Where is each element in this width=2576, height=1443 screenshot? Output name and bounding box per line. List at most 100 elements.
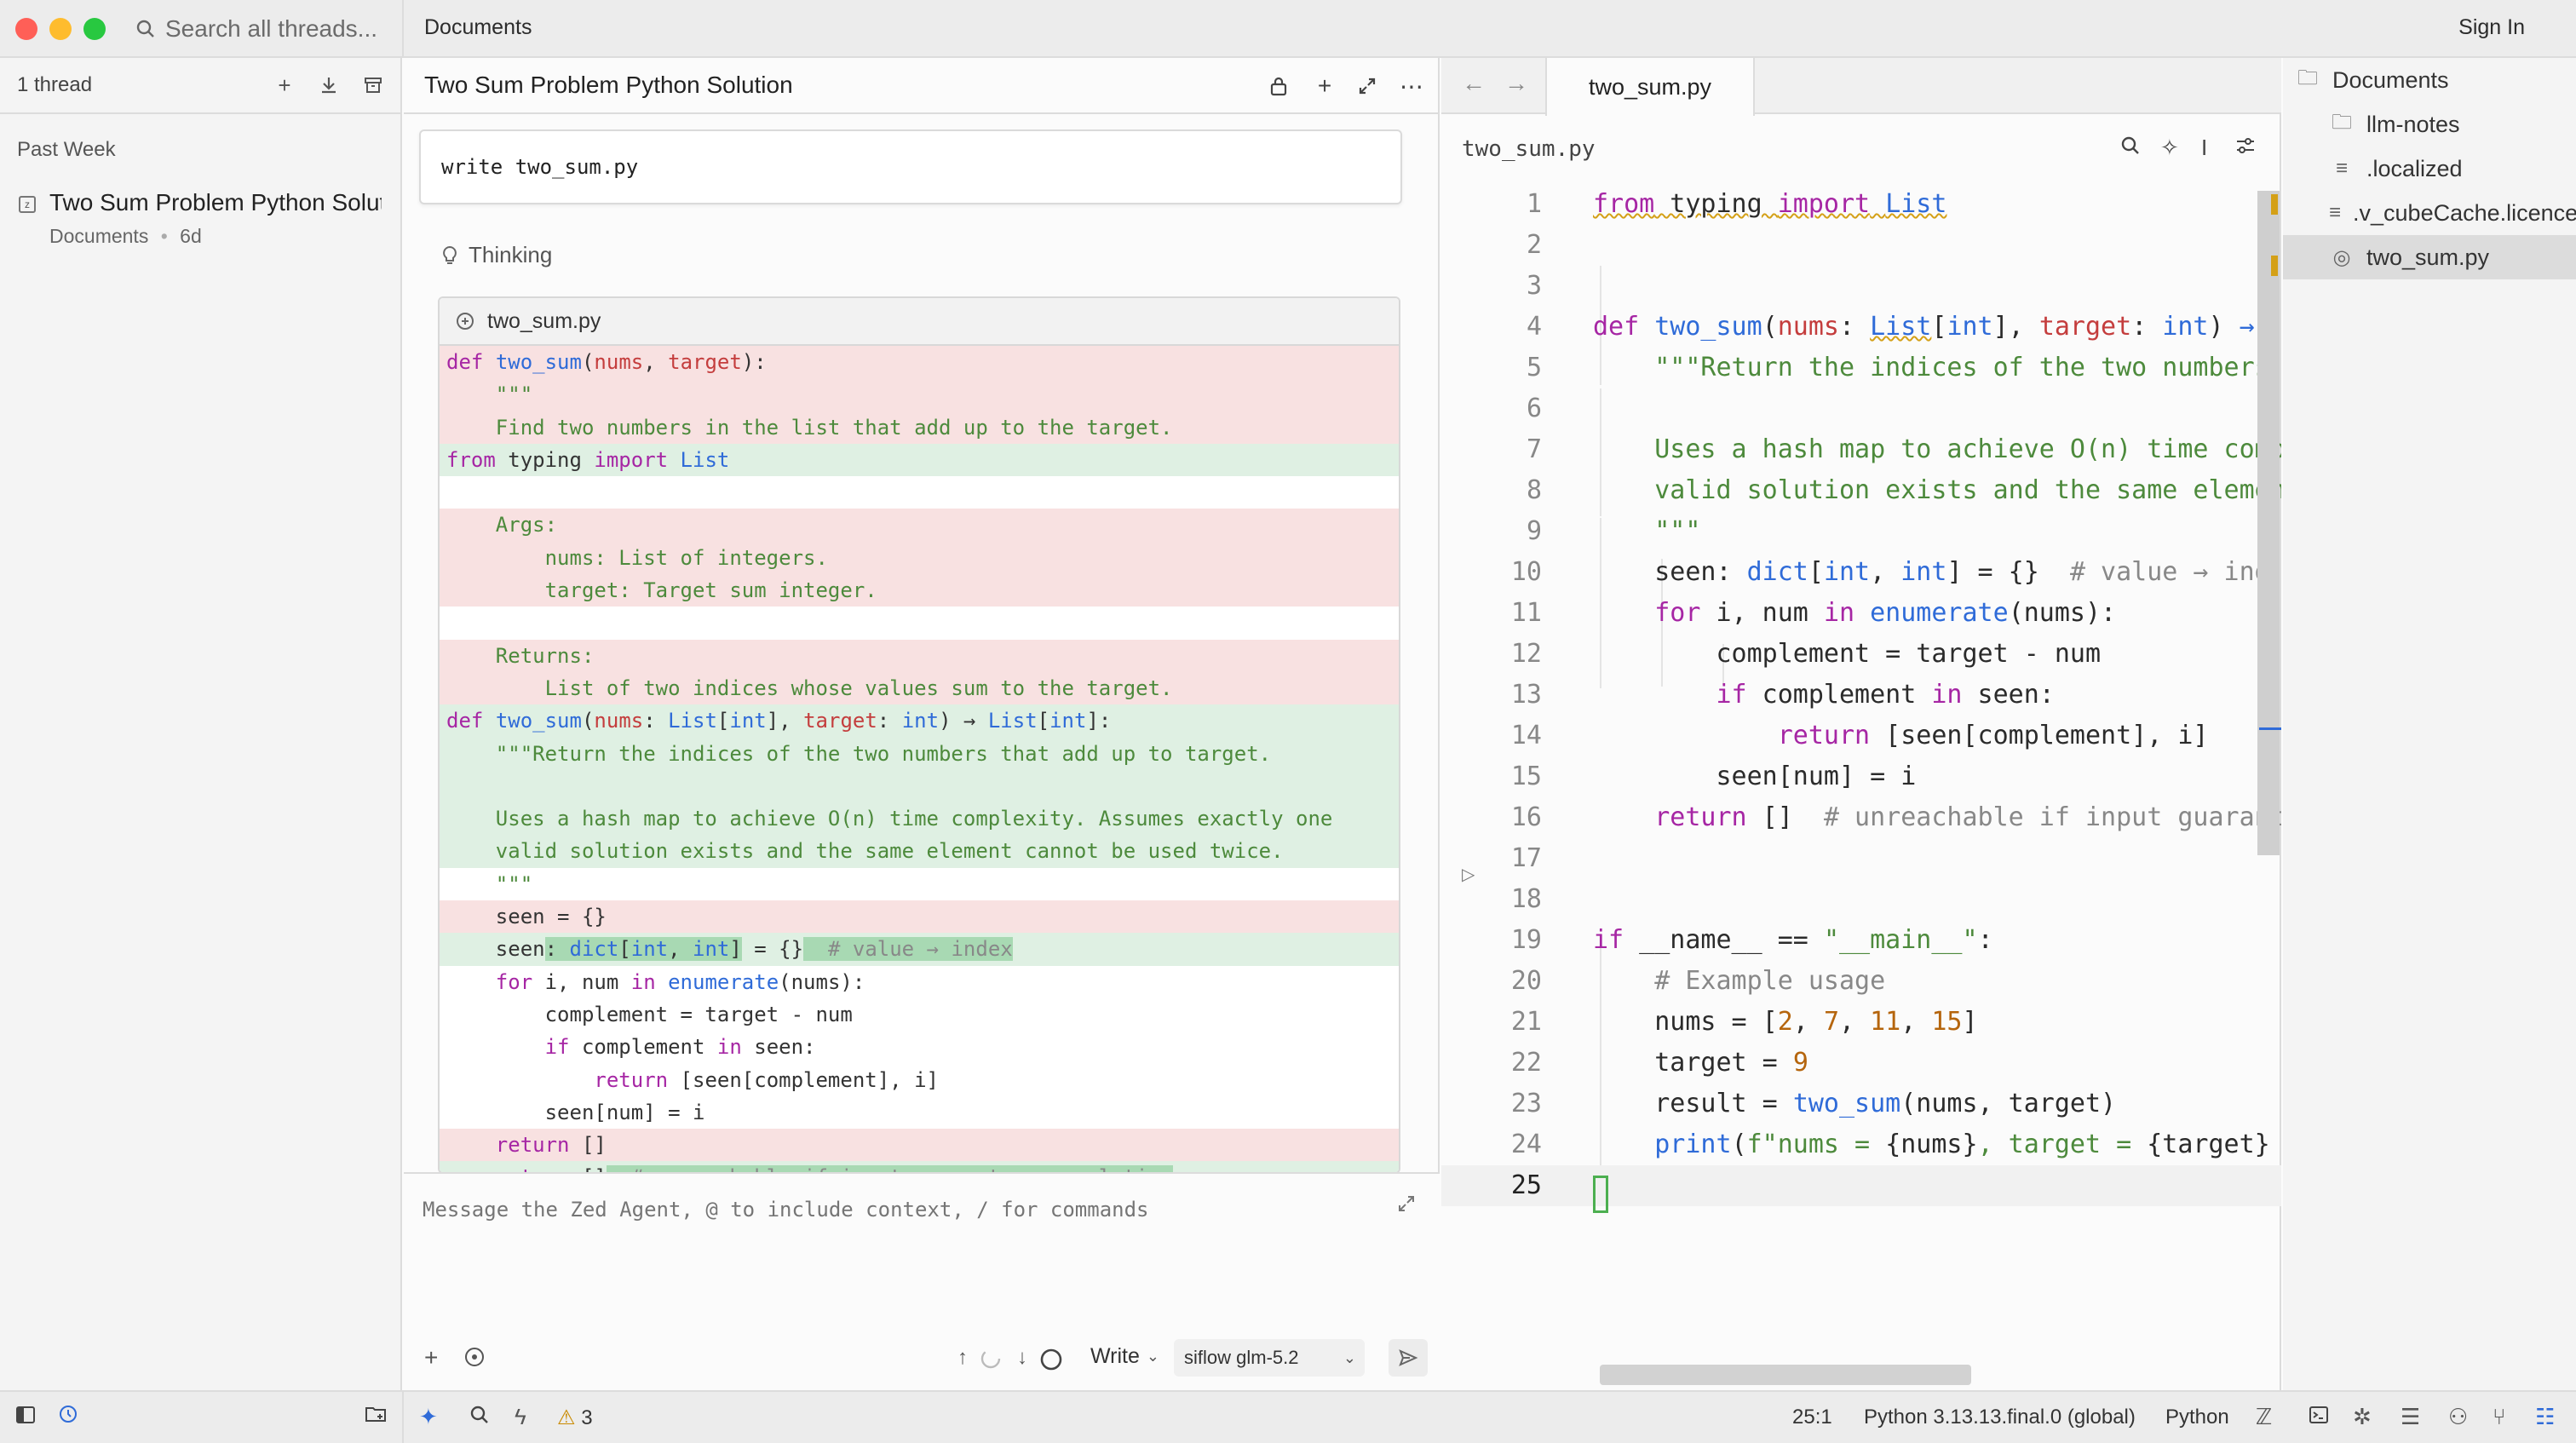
diff-line: def two_sum(nums, target): — [440, 346, 1399, 379]
tab-two-sum[interactable]: two_sum.py — [1545, 58, 1755, 116]
debug-button[interactable]: ✲ — [2353, 1404, 2372, 1430]
search-in-file-button[interactable] — [2121, 135, 2140, 161]
git-button[interactable]: ⑂ — [2493, 1404, 2506, 1430]
diagnostics-button[interactable]: ⚠ 3 — [557, 1406, 593, 1430]
diff-line — [440, 769, 1399, 803]
sparkle-icon: ✦ — [419, 1404, 438, 1429]
expand-button[interactable] — [1353, 72, 1382, 101]
token-up-icon: ↑ — [957, 1346, 968, 1369]
code-editor[interactable]: 1 from typing import List 2 3 4 def two_su… — [1441, 184, 2281, 1368]
toggle-left-dock-button[interactable] — [15, 1404, 36, 1430]
more-options-button[interactable]: ⋯ — [1397, 72, 1426, 101]
lightning-button[interactable]: ϟ — [515, 1404, 526, 1430]
mode-select[interactable]: Write ⌄ — [1090, 1344, 1159, 1369]
token-down-icon: ↓ — [1017, 1346, 1027, 1369]
thinking-toggle[interactable]: Thinking — [441, 242, 552, 268]
thread-title-heading: Two Sum Problem Python Solution — [424, 72, 793, 98]
back-arrow-icon[interactable]: ← — [1462, 70, 1486, 97]
search-threads-input[interactable]: Search all threads... — [136, 10, 392, 48]
history-button[interactable] — [58, 1404, 78, 1430]
diff-line: for i, num in enumerate(nums): — [495, 969, 865, 994]
sidebar-icon — [16, 1406, 35, 1423]
new-thread-header-button[interactable]: + — [1310, 72, 1339, 101]
mention-button[interactable] — [463, 1346, 486, 1374]
chevron-down-icon: ⌄ — [1343, 1348, 1356, 1366]
thread-meta: Documents • 6d — [49, 225, 202, 248]
agent-status-button[interactable]: ✦ — [419, 1404, 438, 1430]
message-input[interactable] — [423, 1198, 1360, 1222]
diff-line: nums: List of integers. — [440, 541, 1399, 575]
code-line: 18 — [1510, 884, 1542, 914]
diff-line — [440, 476, 1399, 509]
outline-button[interactable]: ☰ — [2401, 1404, 2420, 1430]
diff-line: """ — [440, 378, 1399, 411]
user-message[interactable]: write two_sum.py — [419, 129, 1402, 204]
new-thread-button[interactable]: + — [271, 72, 298, 99]
text-cursor — [1593, 1176, 1608, 1213]
file-lines-icon: ≡ — [2329, 201, 2342, 224]
zed-predict-button[interactable]: ℤ — [2256, 1404, 2272, 1430]
vertical-scrollbar[interactable] — [2257, 191, 2280, 855]
fold-toggle-icon[interactable]: ▷ — [1462, 864, 1475, 885]
diff-line: complement = target - num — [446, 1002, 853, 1026]
editor-settings-button[interactable] — [2235, 135, 2256, 161]
expand-composer-button[interactable] — [1397, 1194, 1416, 1219]
sign-in-button[interactable]: Sign In — [2458, 15, 2525, 40]
toggle-right-dock-button[interactable]: ☷ — [2535, 1404, 2555, 1430]
folder-open-icon: 🗀 — [2297, 66, 2318, 89]
project-item-llm-notes[interactable]: 🗀 llm-notes — [2283, 102, 2576, 147]
terminal-icon — [2309, 1406, 2328, 1423]
project-item-two-sum[interactable]: ◎ two_sum.py — [2283, 235, 2576, 279]
project-root[interactable]: 🗀 Documents — [2283, 58, 2576, 102]
window-maximize-button[interactable] — [83, 18, 106, 40]
code-line: 19 if __name__ == "__main__": — [1510, 925, 1993, 955]
window-minimize-button[interactable] — [49, 18, 72, 40]
cursor-position[interactable]: 25:1 — [1792, 1406, 1832, 1429]
diff-file-name: two_sum.py — [487, 308, 601, 333]
thread-list-item[interactable]: z Two Sum Problem Python Solution Docume… — [10, 184, 385, 252]
threads-panel: 1 thread + Past Week z Two Sum Problem P… — [0, 58, 402, 1390]
code-line: 1 from typing import List — [1526, 189, 1947, 219]
language-selector[interactable]: Python — [2165, 1406, 2229, 1429]
archive-icon — [365, 78, 382, 93]
code-line: 23 result = two_sum(nums, target) — [1510, 1089, 2117, 1118]
import-thread-button[interactable] — [315, 72, 342, 99]
model-select[interactable]: siflow glm-5.2 ⌄ — [1174, 1339, 1365, 1377]
diff-line: seen = {} — [440, 900, 1399, 934]
warning-count: 3 — [581, 1406, 593, 1429]
python-interpreter[interactable]: Python 3.13.13.final.0 (global) — [1864, 1406, 2136, 1429]
text-cursor-button[interactable]: I — [2201, 135, 2207, 161]
inline-assist-button[interactable]: ✧ — [2160, 135, 2179, 161]
lock-button[interactable] — [1264, 72, 1293, 101]
text-cursor-icon: I — [2201, 135, 2208, 160]
archive-button[interactable] — [359, 72, 387, 99]
project-item-licence[interactable]: ≡ .v_cubeCache.licence — [2283, 191, 2576, 235]
agent-header: Two Sum Problem Python Solution + ⋯ — [404, 58, 1440, 114]
code-line: 13 if complement in seen: — [1510, 680, 2055, 710]
collab-button[interactable]: ⚇ — [2448, 1404, 2468, 1430]
code-line: 6 — [1526, 394, 1542, 423]
panel-right-icon: ☷ — [2535, 1404, 2556, 1429]
forward-arrow-icon[interactable]: → — [1504, 70, 1528, 97]
python-file-icon: ◎ — [2332, 245, 2351, 269]
window-close-button[interactable] — [15, 18, 37, 40]
workspace-name[interactable]: Documents — [424, 15, 532, 40]
progress-spinner-icon — [980, 1348, 1002, 1376]
code-line: 5 """Return the indices of the two numbe… — [1526, 353, 2270, 382]
diff-file-header[interactable]: two_sum.py — [440, 298, 1399, 346]
code-line: 2 — [1526, 230, 1542, 260]
new-folder-button[interactable] — [365, 1404, 387, 1430]
breadcrumb[interactable]: two_sum.py — [1462, 136, 1596, 162]
send-button[interactable] — [1389, 1339, 1428, 1377]
code-line: 10 seen: dict[int, int] = {} # value → i… — [1510, 557, 2270, 587]
code-line: 24 print(f"nums = {nums}, target = {targ… — [1510, 1130, 2270, 1159]
horizontal-scrollbar[interactable] — [1600, 1365, 1971, 1385]
threads-toolbar: 1 thread + — [0, 58, 400, 114]
warning-icon: ⚠ — [557, 1406, 576, 1429]
project-item-localized[interactable]: ≡ .localized — [2283, 147, 2576, 191]
git-branch-icon: ⑂ — [2493, 1404, 2506, 1429]
terminal-button[interactable] — [2309, 1404, 2329, 1430]
scrollbar-warning-marker — [2271, 194, 2278, 215]
add-context-button[interactable]: + — [424, 1344, 438, 1371]
project-search-button[interactable] — [470, 1404, 489, 1430]
